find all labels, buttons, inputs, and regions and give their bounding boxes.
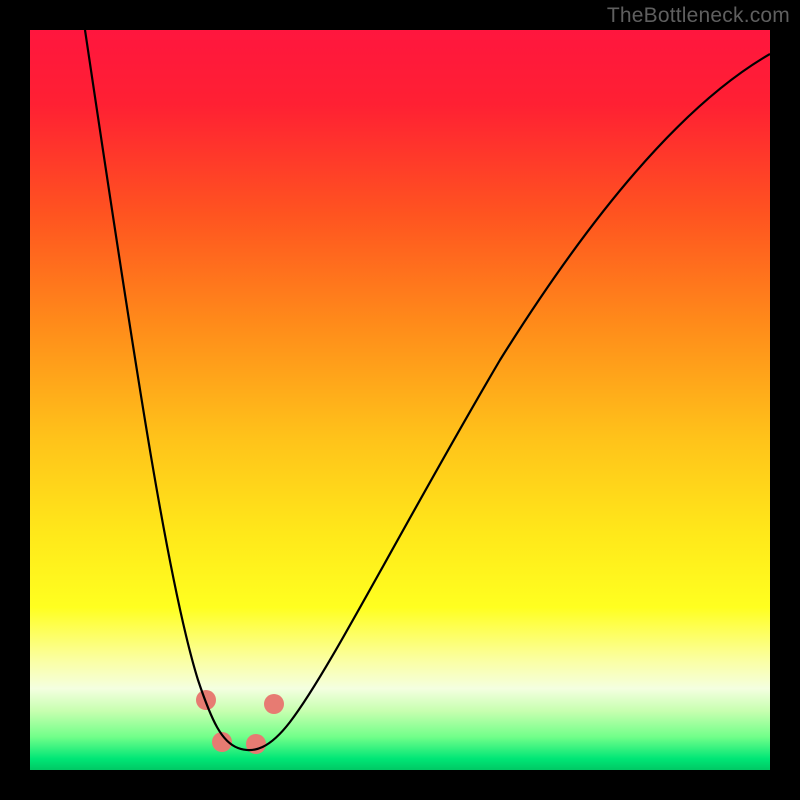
curve-layer [30,30,770,770]
bottleneck-curve [85,30,770,750]
plot-area [30,30,770,770]
watermark-text: TheBottleneck.com [607,4,790,28]
marker-right-upper [264,694,284,714]
